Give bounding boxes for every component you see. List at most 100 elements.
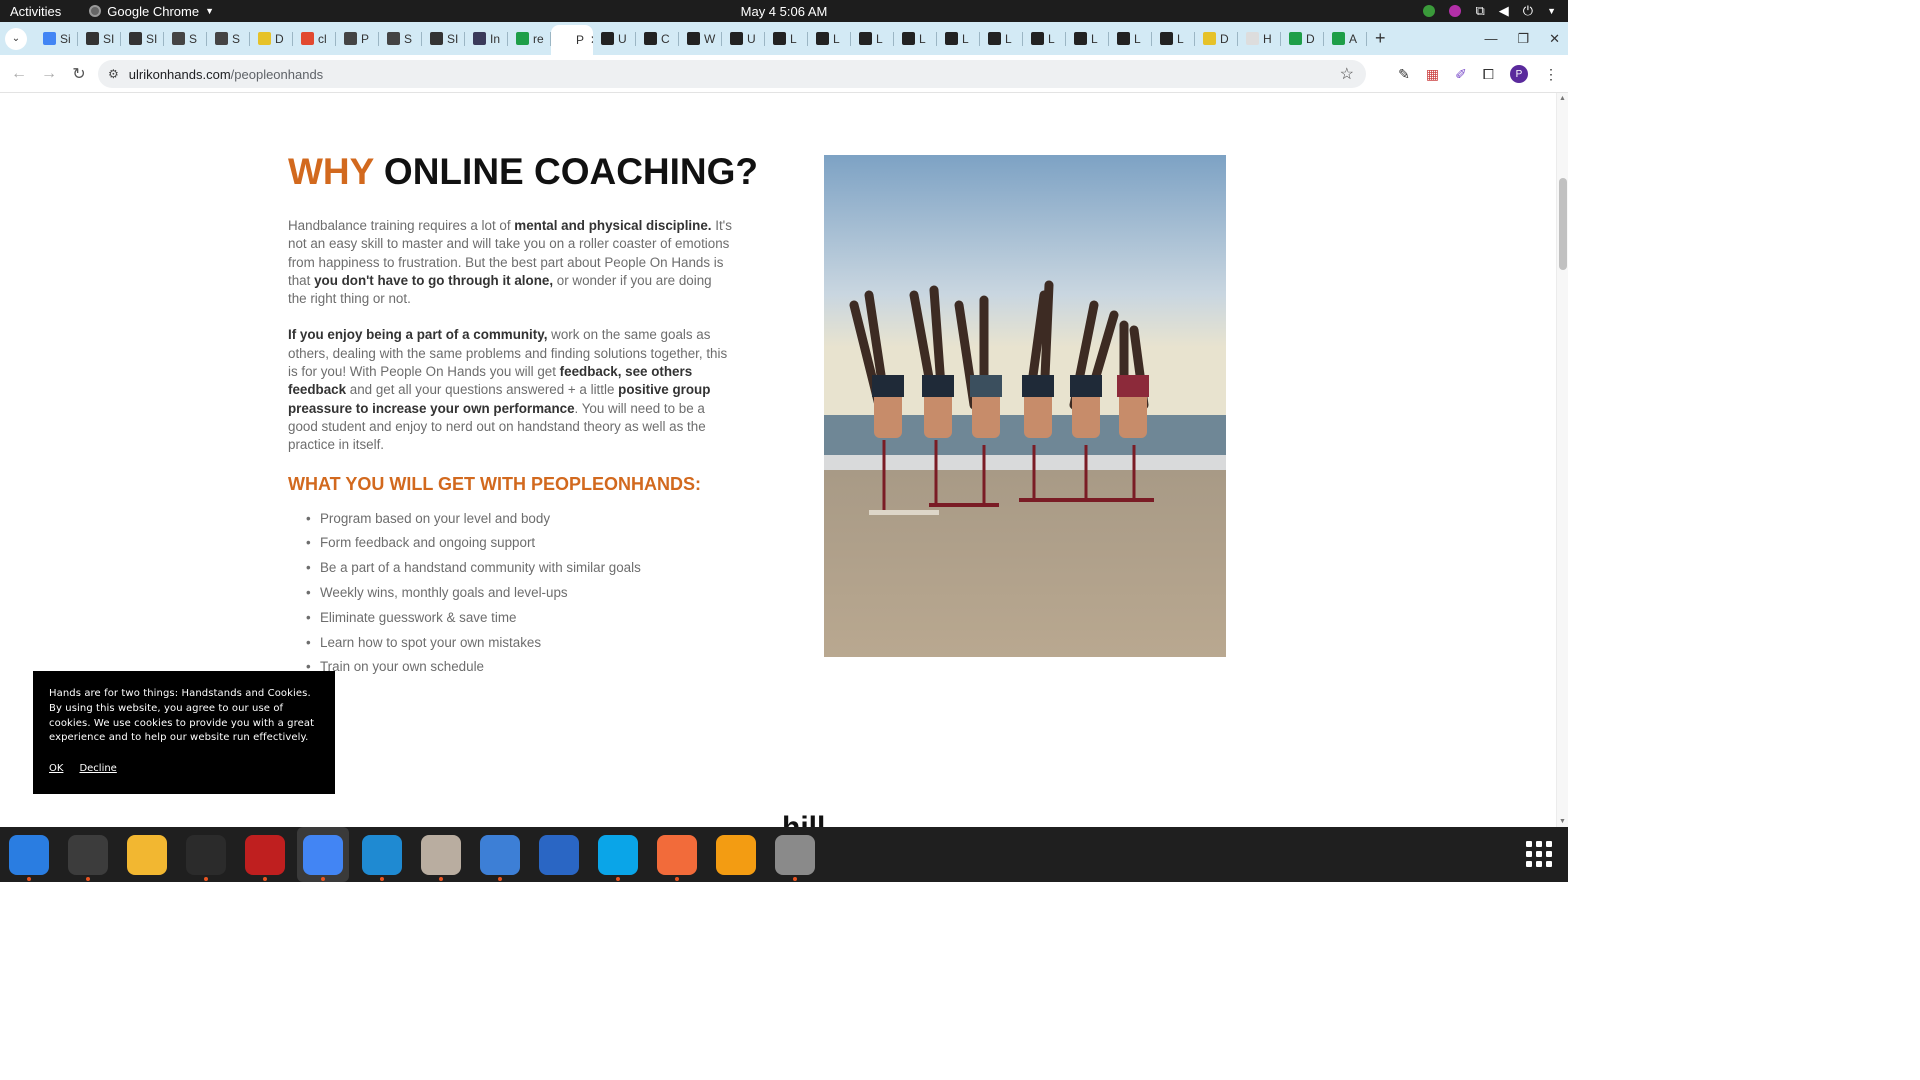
tab[interactable]: In	[465, 26, 508, 52]
tab[interactable]: SI	[422, 26, 465, 52]
power-icon[interactable]: ⏻	[1523, 3, 1533, 19]
clock[interactable]: May 4 5:06 AM	[741, 4, 828, 19]
text-run-bold: mental and physical discipline.	[514, 218, 712, 233]
tab[interactable]: cl	[293, 26, 336, 52]
profile-avatar[interactable]: P	[1510, 65, 1528, 83]
kebab-menu-icon[interactable]: ⋮	[1544, 66, 1558, 83]
new-tab-button[interactable]: +	[1375, 28, 1386, 49]
files-icon[interactable]	[421, 835, 461, 881]
vscode-icon[interactable]	[362, 835, 402, 881]
tab[interactable]: L	[851, 26, 894, 52]
tab[interactable]: D	[250, 26, 293, 52]
calculator-icon[interactable]	[127, 835, 167, 875]
tab[interactable]: L	[1152, 26, 1195, 52]
tab-active[interactable]: P✕	[551, 25, 593, 55]
tab-label: L	[1177, 31, 1184, 46]
scroll-down-icon[interactable]: ▼	[1559, 818, 1566, 825]
reload-button[interactable]: ↻	[64, 64, 94, 84]
tab[interactable]: SI	[78, 26, 121, 52]
tab[interactable]: re	[508, 26, 551, 52]
page-scrollbar[interactable]: ▲ ▼	[1556, 93, 1568, 827]
address-bar[interactable]: ⚙ ulrikonhands.com/peopleonhands ☆	[98, 60, 1366, 88]
disk-utility-icon[interactable]	[775, 835, 815, 881]
system-tray[interactable]: ⧉ ◀ ⏻ ▼	[1423, 3, 1556, 19]
color-picker-icon[interactable]	[1449, 5, 1462, 17]
calendar-extension-icon[interactable]: ▦	[1426, 66, 1439, 83]
coaching-section: WHY ONLINE COACHING? Handbalance trainin…	[288, 151, 758, 681]
tab[interactable]: S	[164, 26, 207, 52]
cookie-ok-button[interactable]: OK	[49, 763, 63, 774]
benefit-item: Weekly wins, monthly goals and level-ups	[306, 581, 733, 606]
restore-icon[interactable]: ❐	[1517, 31, 1529, 47]
tab[interactable]: S	[379, 26, 422, 52]
eyedropper-extension-icon[interactable]: ✎	[1398, 66, 1410, 83]
libreoffice-writer-icon[interactable]	[539, 835, 579, 875]
tab[interactable]: Si	[35, 26, 78, 52]
tab-label: W	[704, 31, 716, 46]
tab-label: In	[490, 31, 501, 46]
tab-favicon-icon	[902, 32, 915, 45]
tab[interactable]: S	[207, 26, 250, 52]
benefit-item: Be a part of a handstand community with …	[306, 556, 733, 581]
blender-flame-icon[interactable]	[716, 835, 756, 875]
show-apps-grid-icon[interactable]	[1526, 841, 1552, 867]
running-indicator	[439, 877, 443, 881]
volume-icon[interactable]: ◀	[1499, 3, 1509, 19]
system-monitor-icon[interactable]	[186, 835, 226, 881]
tab[interactable]: SI	[121, 26, 164, 52]
tab-favicon-icon	[1117, 32, 1130, 45]
tab[interactable]: L	[894, 26, 937, 52]
running-indicator	[86, 877, 90, 881]
text-run: and get all your questions answered + a …	[346, 382, 619, 398]
tab-favicon-icon	[387, 32, 400, 45]
app-menu[interactable]: Google Chrome ▼	[89, 4, 214, 19]
thunderbird-icon[interactable]	[9, 835, 49, 881]
site-info-icon[interactable]: ⚙	[108, 67, 119, 81]
update-notifier-icon[interactable]	[1423, 5, 1436, 17]
tab[interactable]: L	[980, 26, 1023, 52]
tab-favicon-icon	[129, 32, 142, 45]
chevron-down-icon[interactable]: ▼	[1547, 6, 1556, 16]
pen-extension-icon[interactable]: ✐	[1455, 66, 1467, 83]
scrollbar-thumb[interactable]	[1559, 178, 1567, 270]
tab[interactable]: L	[1109, 26, 1152, 52]
tab[interactable]: L	[808, 26, 851, 52]
tab-search-button[interactable]: ⌄	[5, 27, 27, 50]
tab-favicon-icon	[344, 32, 357, 45]
cookie-text: Hands are for two things: Handstands and…	[49, 688, 315, 744]
tab-favicon-icon	[215, 32, 228, 45]
cookie-decline-button[interactable]: Decline	[79, 763, 116, 774]
filezilla-icon[interactable]	[245, 835, 285, 881]
tab[interactable]: D	[1195, 26, 1238, 52]
forward-button[interactable]: →	[34, 65, 64, 83]
text-editor-icon[interactable]	[480, 835, 520, 881]
minimize-icon[interactable]: —	[1484, 31, 1497, 46]
close-icon[interactable]: ✕	[1549, 31, 1560, 47]
activities-button[interactable]: Activities	[10, 4, 61, 19]
skype-icon[interactable]	[598, 835, 638, 881]
bookmark-star-icon[interactable]: ☆	[1340, 64, 1354, 84]
terminal-icon[interactable]	[68, 835, 108, 881]
tab-label: D	[1220, 31, 1229, 46]
network-icon[interactable]: ⧉	[1475, 3, 1484, 19]
tab[interactable]: L	[937, 26, 980, 52]
tab[interactable]: L	[1066, 26, 1109, 52]
tab[interactable]: A	[1324, 26, 1367, 52]
tab[interactable]: D	[1281, 26, 1324, 52]
tab[interactable]: L	[1023, 26, 1066, 52]
tab[interactable]: P	[336, 26, 379, 52]
extensions-puzzle-icon[interactable]: ⧠	[1483, 66, 1494, 83]
tab[interactable]: U	[722, 26, 765, 52]
tab[interactable]: H	[1238, 26, 1281, 52]
tab[interactable]: C	[636, 26, 679, 52]
tab[interactable]: L	[765, 26, 808, 52]
tab[interactable]: W	[679, 26, 722, 52]
postman-icon[interactable]	[657, 835, 697, 881]
app-name: Google Chrome	[107, 3, 200, 19]
tab[interactable]: U	[593, 26, 636, 52]
tab-list: Si SI SI S S Dcl P S SI In re P✕ U C W U L L L L L L L L L L D H D A	[35, 22, 1367, 55]
benefits-list: Program based on your level and bodyForm…	[288, 507, 733, 681]
chrome-icon[interactable]	[303, 835, 343, 881]
scroll-up-icon[interactable]: ▲	[1559, 95, 1566, 102]
back-button[interactable]: ←	[4, 65, 34, 83]
